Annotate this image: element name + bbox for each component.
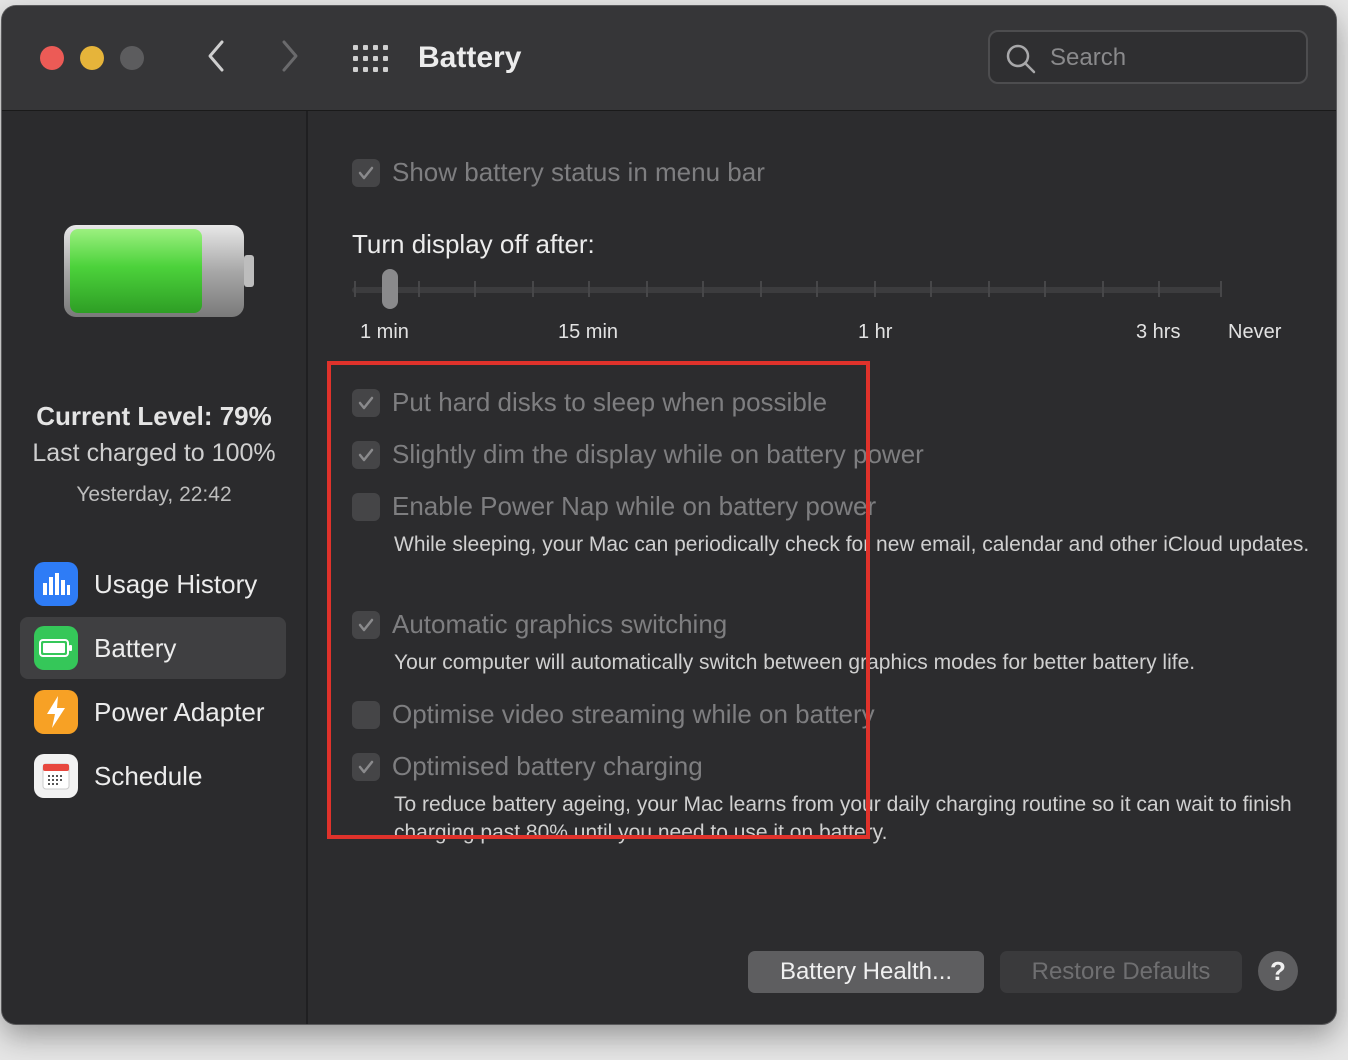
graphics-checkbox[interactable]: [352, 610, 380, 639]
last-charged: Last charged to 100%: [32, 439, 276, 467]
sidebar-item-usage-history[interactable]: Usage History: [20, 553, 286, 615]
checkmark-icon: [358, 618, 374, 631]
battery-charging-checkbox[interactable]: [352, 752, 380, 781]
slider-label-1min: 1 min: [360, 321, 409, 343]
slider-tick: [474, 281, 476, 297]
slider-tick: [760, 281, 762, 297]
hard-disks-label: Put hard disks to sleep when possible: [392, 387, 828, 417]
sidebar-item-power-adapter[interactable]: Power Adapter: [20, 681, 286, 743]
slider-tick: [874, 281, 876, 297]
search-icon: [1006, 44, 1036, 74]
checkmark-icon: [358, 396, 374, 409]
forward-button[interactable]: [274, 36, 304, 76]
sidebar-item-label: Usage History: [94, 568, 258, 599]
titlebar: Battery: [2, 6, 1336, 111]
restore-defaults-button[interactable]: Restore Defaults: [1000, 951, 1242, 993]
slider-tick: [1102, 281, 1104, 297]
slider-tick: [1044, 281, 1046, 297]
minimize-button[interactable]: [80, 46, 104, 70]
show-status-checkbox[interactable]: [352, 158, 380, 187]
video-streaming-option[interactable]: Optimise video streaming while on batter…: [352, 699, 875, 730]
sidebar: Current Level: 79% Last charged to 100% …: [2, 111, 308, 1024]
battery-icon: [34, 626, 78, 670]
turn-display-off-label: Turn display off after:: [352, 229, 595, 259]
battery-charging-description: To reduce battery ageing, your Mac learn…: [394, 793, 1292, 844]
dim-display-label: Slightly dim the display while on batter…: [392, 439, 924, 469]
background-window-edge: [1337, 770, 1348, 850]
close-button[interactable]: [40, 46, 64, 70]
slider-tick: [354, 281, 356, 297]
background-window-edge: [1337, 230, 1348, 310]
dim-display-checkbox[interactable]: [352, 440, 380, 469]
sidebar-item-schedule[interactable]: Schedule: [20, 745, 286, 807]
video-streaming-label: Optimise video streaming while on batter…: [392, 699, 875, 729]
search-input[interactable]: [1048, 40, 1302, 76]
sidebar-item-label: Battery: [94, 632, 177, 663]
slider-label-never: Never: [1228, 321, 1282, 343]
slider-tick: [646, 281, 648, 297]
show-all-button[interactable]: [352, 44, 390, 74]
checkmark-icon: [358, 448, 374, 461]
sidebar-item-battery[interactable]: Battery: [20, 617, 286, 679]
graphics-label: Automatic graphics switching: [392, 609, 728, 639]
sidebar-item-label: Schedule: [94, 760, 203, 791]
slider-tick: [532, 281, 534, 297]
display-off-slider[interactable]: [352, 287, 1222, 293]
checkmark-icon: [358, 760, 374, 773]
lightning-icon: [34, 690, 78, 734]
charged-time: Yesterday, 22:42: [76, 483, 232, 506]
slider-label-3hrs: 3 hrs: [1136, 321, 1181, 343]
slider-tick: [1158, 281, 1160, 297]
graphics-option[interactable]: Automatic graphics switching: [352, 609, 727, 640]
video-streaming-checkbox[interactable]: [352, 700, 380, 729]
power-nap-checkbox[interactable]: [352, 492, 380, 521]
battery-settings-pane: Show battery status in menu bar Turn dis…: [308, 111, 1336, 1024]
slider-tick: [418, 281, 420, 297]
show-status-label: Show battery status in menu bar: [392, 157, 765, 187]
preferences-window: Battery Current Level: 79% Last: [2, 6, 1336, 1024]
slider-tick: [1220, 281, 1222, 297]
hard-disks-option[interactable]: Put hard disks to sleep when possible: [352, 387, 827, 418]
chevron-left-icon: [208, 40, 224, 72]
window-title: Battery: [418, 41, 522, 74]
slider-tick: [988, 281, 990, 297]
calendar-icon: [34, 754, 78, 798]
sidebar-item-label: Power Adapter: [94, 696, 265, 727]
graphics-description: Your computer will automatically switch …: [394, 651, 1196, 674]
help-button[interactable]: ?: [1258, 951, 1298, 991]
power-nap-label: Enable Power Nap while on battery power: [392, 491, 877, 521]
hard-disks-checkbox[interactable]: [352, 388, 380, 417]
battery-health-button[interactable]: Battery Health...: [748, 951, 984, 993]
show-status-option[interactable]: Show battery status in menu bar: [352, 157, 765, 188]
slider-tick: [702, 281, 704, 297]
battery-level-graphic: [64, 225, 254, 317]
search-field[interactable]: [988, 30, 1308, 84]
slider-tick: [588, 281, 590, 297]
display-off-slider-thumb[interactable]: [382, 269, 398, 309]
checkmark-icon: [358, 166, 374, 179]
battery-charging-option[interactable]: Optimised battery charging: [352, 751, 703, 782]
battery-charging-label: Optimised battery charging: [392, 751, 703, 781]
slider-tick: [930, 281, 932, 297]
slider-tick: [816, 281, 818, 297]
slider-label-1hr: 1 hr: [858, 321, 893, 343]
current-level: Current Level: 79%: [36, 401, 272, 431]
bar-chart-icon: [34, 562, 78, 606]
back-button[interactable]: [202, 36, 232, 76]
zoom-button[interactable]: [120, 46, 144, 70]
dim-display-option[interactable]: Slightly dim the display while on batter…: [352, 439, 924, 470]
chevron-right-icon: [282, 40, 298, 72]
power-nap-option[interactable]: Enable Power Nap while on battery power: [352, 491, 876, 522]
power-nap-description: While sleeping, your Mac can periodicall…: [394, 533, 1310, 556]
grid-icon: [353, 45, 388, 72]
slider-label-15min: 15 min: [558, 321, 619, 343]
